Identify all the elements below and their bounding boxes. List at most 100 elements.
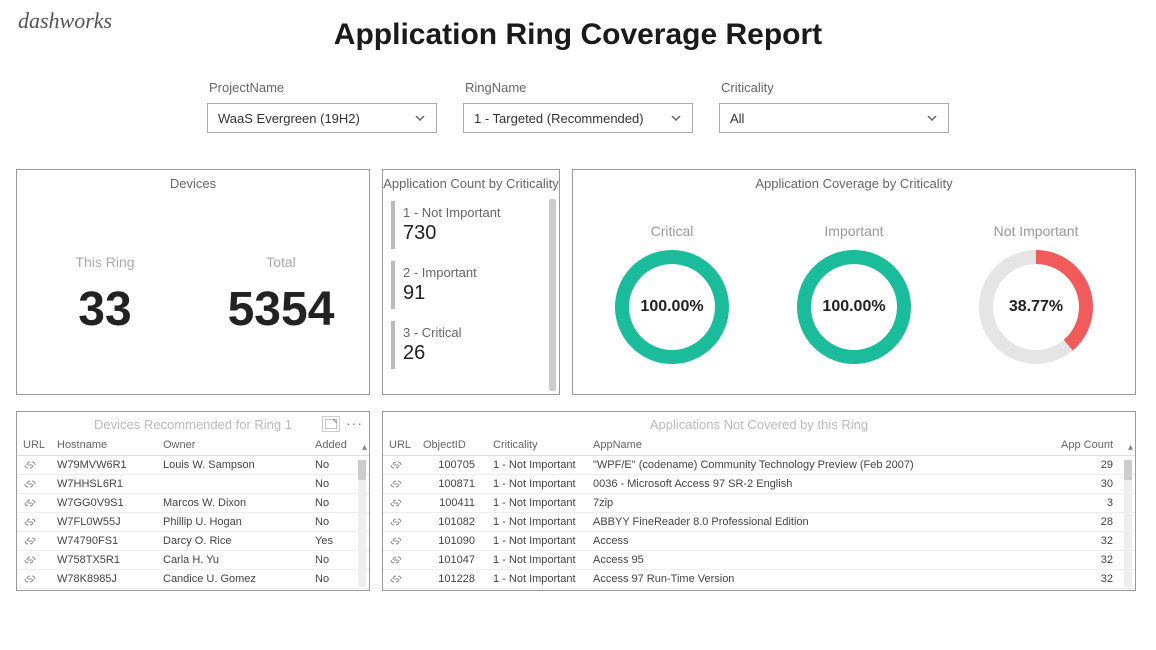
table-row[interactable]: W7GG0V9S1Marcos W. DixonNo bbox=[17, 494, 369, 513]
devices-thisring-label: This Ring bbox=[75, 254, 134, 270]
cell-appcount: 29 bbox=[1055, 456, 1125, 475]
cell-owner: Louis W. Sampson bbox=[157, 456, 309, 475]
link-icon[interactable] bbox=[383, 456, 417, 475]
appcount-item[interactable]: 1 - Not Important730 bbox=[391, 201, 545, 249]
cell-hostname: W758TX5R1 bbox=[51, 551, 157, 570]
appcount-item-value: 91 bbox=[403, 282, 545, 305]
cell-hostname: W7GG0V9S1 bbox=[51, 494, 157, 513]
table-row[interactable]: W74790FS1Darcy O. RiceYes bbox=[17, 532, 369, 551]
coverage-donut-label: Not Important bbox=[976, 223, 1096, 239]
col-criticality[interactable]: Criticality bbox=[487, 435, 587, 456]
appcount-card: Application Count by Criticality 1 - Not… bbox=[382, 169, 560, 395]
table-row[interactable]: W78K8985JCandice U. GomezNo bbox=[17, 570, 369, 589]
coverage-donut[interactable]: Critical100.00% bbox=[612, 223, 732, 367]
table-row[interactable]: W7FL0W55JPhillip U. HoganNo bbox=[17, 513, 369, 532]
link-icon[interactable] bbox=[383, 532, 417, 551]
link-icon[interactable] bbox=[383, 551, 417, 570]
more-options-icon[interactable]: ··· bbox=[346, 416, 363, 432]
col-hostname[interactable]: Hostname bbox=[51, 435, 157, 456]
link-icon[interactable] bbox=[17, 475, 51, 494]
cell-criticality: 1 - Not Important bbox=[487, 570, 587, 589]
filter-ring-value: 1 - Targeted (Recommended) bbox=[474, 111, 644, 126]
filter-criticality-value: All bbox=[730, 111, 744, 126]
col-appname[interactable]: AppName bbox=[587, 435, 1055, 456]
appcount-item[interactable]: 2 - Important 91 bbox=[391, 261, 545, 309]
link-icon[interactable] bbox=[383, 494, 417, 513]
filter-ring-dropdown[interactable]: 1 - Targeted (Recommended) bbox=[463, 103, 693, 133]
chevron-down-icon bbox=[926, 112, 938, 124]
cell-added: No bbox=[309, 551, 359, 570]
appcount-item[interactable]: 3 - Critical26 bbox=[391, 321, 545, 369]
col-url[interactable]: URL bbox=[17, 435, 51, 456]
scroll-up-icon[interactable]: ▴ bbox=[1128, 442, 1133, 453]
cell-added: No bbox=[309, 456, 359, 475]
devices-table-title: Devices Recommended for Ring 1 bbox=[94, 417, 292, 432]
cell-objectid: 100411 bbox=[417, 494, 487, 513]
coverage-donut-value: 38.77% bbox=[1009, 298, 1063, 316]
col-appcount[interactable]: App Count bbox=[1055, 435, 1125, 456]
table-row[interactable]: 1012281 - Not ImportantAccess 97 Run-Tim… bbox=[383, 570, 1135, 589]
col-url[interactable]: URL bbox=[383, 435, 417, 456]
coverage-donut-label: Critical bbox=[612, 223, 732, 239]
link-icon[interactable] bbox=[383, 513, 417, 532]
link-icon[interactable] bbox=[383, 570, 417, 589]
filter-criticality-dropdown[interactable]: All bbox=[719, 103, 949, 133]
col-added[interactable]: Added bbox=[309, 435, 359, 456]
cell-objectid: 101090 bbox=[417, 532, 487, 551]
link-icon[interactable] bbox=[17, 570, 51, 589]
col-owner[interactable]: Owner bbox=[157, 435, 309, 456]
cell-appcount: 32 bbox=[1055, 551, 1125, 570]
filter-project-label: ProjectName bbox=[207, 80, 437, 95]
cell-hostname: W79MVW6R1 bbox=[51, 456, 157, 475]
cell-owner: Carla H. Yu bbox=[157, 551, 309, 570]
cell-added: No bbox=[309, 570, 359, 589]
cell-appcount: 3 bbox=[1055, 494, 1125, 513]
cell-owner bbox=[157, 475, 309, 494]
table-row[interactable]: 1010471 - Not ImportantAccess 9532 bbox=[383, 551, 1135, 570]
apps-table-card: Applications Not Covered by this Ring UR… bbox=[382, 411, 1136, 591]
link-icon[interactable] bbox=[17, 513, 51, 532]
cell-added: No bbox=[309, 494, 359, 513]
table-row[interactable]: W7HHSL6R1No bbox=[17, 475, 369, 494]
filter-project-dropdown[interactable]: WaaS Evergreen (19H2) bbox=[207, 103, 437, 133]
cell-hostname: W78K8985J bbox=[51, 570, 157, 589]
appcount-card-title: Application Count by Criticality bbox=[383, 170, 559, 197]
cell-objectid: 100871 bbox=[417, 475, 487, 494]
table-row[interactable]: W758TX5R1Carla H. YuNo bbox=[17, 551, 369, 570]
cell-hostname: W7FL0W55J bbox=[51, 513, 157, 532]
scrollbar[interactable] bbox=[1124, 460, 1132, 587]
coverage-donut-label: Important bbox=[794, 223, 914, 239]
coverage-donut[interactable]: Important100.00% bbox=[794, 223, 914, 367]
table-row[interactable]: 1008711 - Not Important0036 - Microsoft … bbox=[383, 475, 1135, 494]
link-icon[interactable] bbox=[17, 494, 51, 513]
appcount-item-label: 3 - Critical bbox=[403, 325, 545, 340]
scroll-up-icon[interactable]: ▴ bbox=[362, 442, 367, 453]
devices-thisring-value: 33 bbox=[78, 282, 131, 337]
table-row[interactable]: 1010901 - Not ImportantAccess32 bbox=[383, 532, 1135, 551]
cell-appname: Access 97 Run-Time Version bbox=[587, 570, 1055, 589]
scrollbar[interactable] bbox=[358, 460, 366, 587]
link-icon[interactable] bbox=[17, 551, 51, 570]
table-row[interactable]: 1010821 - Not ImportantABBYY FineReader … bbox=[383, 513, 1135, 532]
cell-criticality: 1 - Not Important bbox=[487, 551, 587, 570]
appcount-item-label: 1 - Not Important bbox=[403, 205, 545, 220]
table-row[interactable]: 1004111 - Not Important7zip3 bbox=[383, 494, 1135, 513]
cell-appname: 0036 - Microsoft Access 97 SR-2 English bbox=[587, 475, 1055, 494]
cell-appname: "WPF/E" (codename) Community Technology … bbox=[587, 456, 1055, 475]
cell-added: No bbox=[309, 513, 359, 532]
scrollbar[interactable] bbox=[549, 199, 556, 391]
appcount-item-label: 2 - Important bbox=[403, 265, 545, 280]
cell-appcount: 32 bbox=[1055, 532, 1125, 551]
link-icon[interactable] bbox=[17, 532, 51, 551]
col-objectid[interactable]: ObjectID bbox=[417, 435, 487, 456]
link-icon[interactable] bbox=[17, 456, 51, 475]
link-icon[interactable] bbox=[383, 475, 417, 494]
cell-owner: Darcy O. Rice bbox=[157, 532, 309, 551]
table-row[interactable]: W79MVW6R1Louis W. SampsonNo bbox=[17, 456, 369, 475]
table-row[interactable]: 1007051 - Not Important"WPF/E" (codename… bbox=[383, 456, 1135, 475]
apps-table: URL ObjectID Criticality AppName App Cou… bbox=[383, 435, 1135, 589]
cell-appname: Access 95 bbox=[587, 551, 1055, 570]
coverage-donut[interactable]: Not Important 38.77% bbox=[976, 223, 1096, 367]
filter-project-value: WaaS Evergreen (19H2) bbox=[218, 111, 360, 126]
focus-mode-icon[interactable] bbox=[322, 416, 340, 432]
